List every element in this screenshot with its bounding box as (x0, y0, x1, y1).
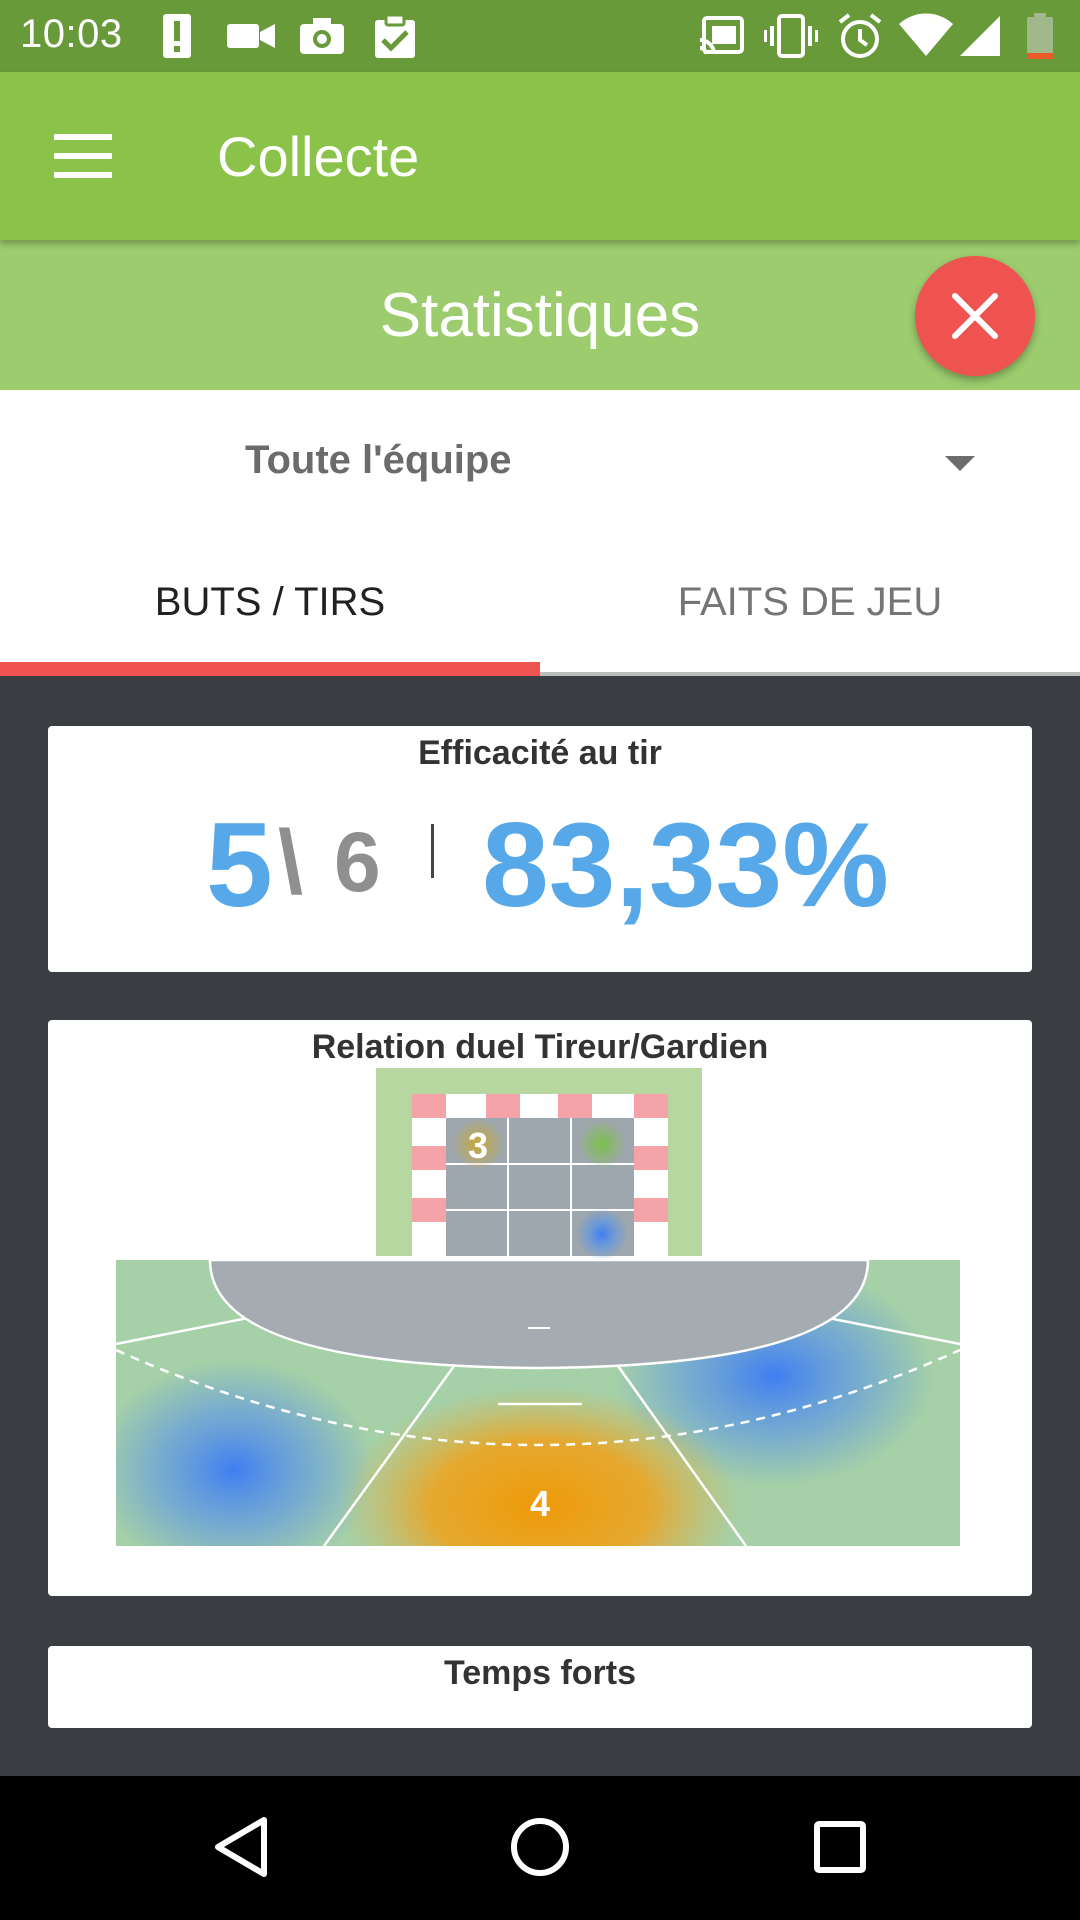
team-filter-value: Toute l'équipe (245, 438, 512, 482)
cast-icon (699, 16, 744, 55)
alert-icon (163, 14, 191, 58)
app-bar: Collecte (0, 72, 1080, 240)
shooter-goalkeeper-duel-card: Relation duel Tireur/Gardien 3 4 (48, 1020, 1032, 1596)
back-icon[interactable] (206, 1812, 276, 1882)
active-tab-indicator (0, 662, 540, 676)
team-filter-dropdown[interactable]: Toute l'équipe (0, 390, 1080, 540)
hamburger-menu-icon[interactable] (54, 134, 112, 178)
close-button[interactable] (915, 256, 1035, 376)
camera-icon (300, 18, 344, 54)
dropdown-caret-icon (945, 456, 975, 471)
shots-count: 6 (334, 815, 381, 909)
goals-count: 5 (206, 798, 273, 932)
stat-divider (431, 824, 434, 878)
shooting-efficiency-card: Efficacité au tir 5 \ 6 83,33% (48, 726, 1032, 972)
alarm-icon (838, 13, 882, 58)
status-bar: 10:03 (0, 0, 1080, 72)
app-title: Collecte (217, 125, 420, 188)
shooting-efficiency-title: Efficacité au tir (418, 734, 662, 772)
wifi-icon (899, 13, 953, 57)
close-icon (952, 293, 998, 339)
clipboard-check-icon (375, 13, 415, 58)
court-zone-label-center: 4 (530, 1483, 550, 1524)
goal-zone-label-topleft: 3 (468, 1125, 488, 1166)
goal-heat-bottomright (576, 1208, 628, 1260)
recents-icon[interactable] (805, 1812, 875, 1882)
tab-faits-de-jeu[interactable]: FAITS DE JEU (540, 540, 1080, 672)
goal-heat-topright (578, 1120, 626, 1168)
battery-low-icon (1027, 13, 1053, 59)
tab-buts-tirs[interactable]: BUTS / TIRS (0, 540, 540, 672)
status-time: 10:03 (20, 12, 123, 56)
tab-bar: BUTS / TIRS FAITS DE JEU (0, 540, 1080, 676)
vibrate-icon (764, 14, 818, 58)
efficiency-percentage: 83,33% (482, 798, 889, 932)
heat-left-wing (116, 1360, 374, 1546)
temps-forts-card: Temps forts (48, 1646, 1032, 1728)
video-icon (227, 24, 275, 48)
goals-shots-separator: \ (278, 813, 304, 913)
home-icon[interactable] (505, 1812, 575, 1882)
temps-forts-title: Temps forts (443, 1654, 637, 1692)
navigation-bar (0, 1776, 1080, 1920)
signal-icon (960, 16, 1000, 56)
court-diagram: 3 4 (115, 1068, 961, 1547)
